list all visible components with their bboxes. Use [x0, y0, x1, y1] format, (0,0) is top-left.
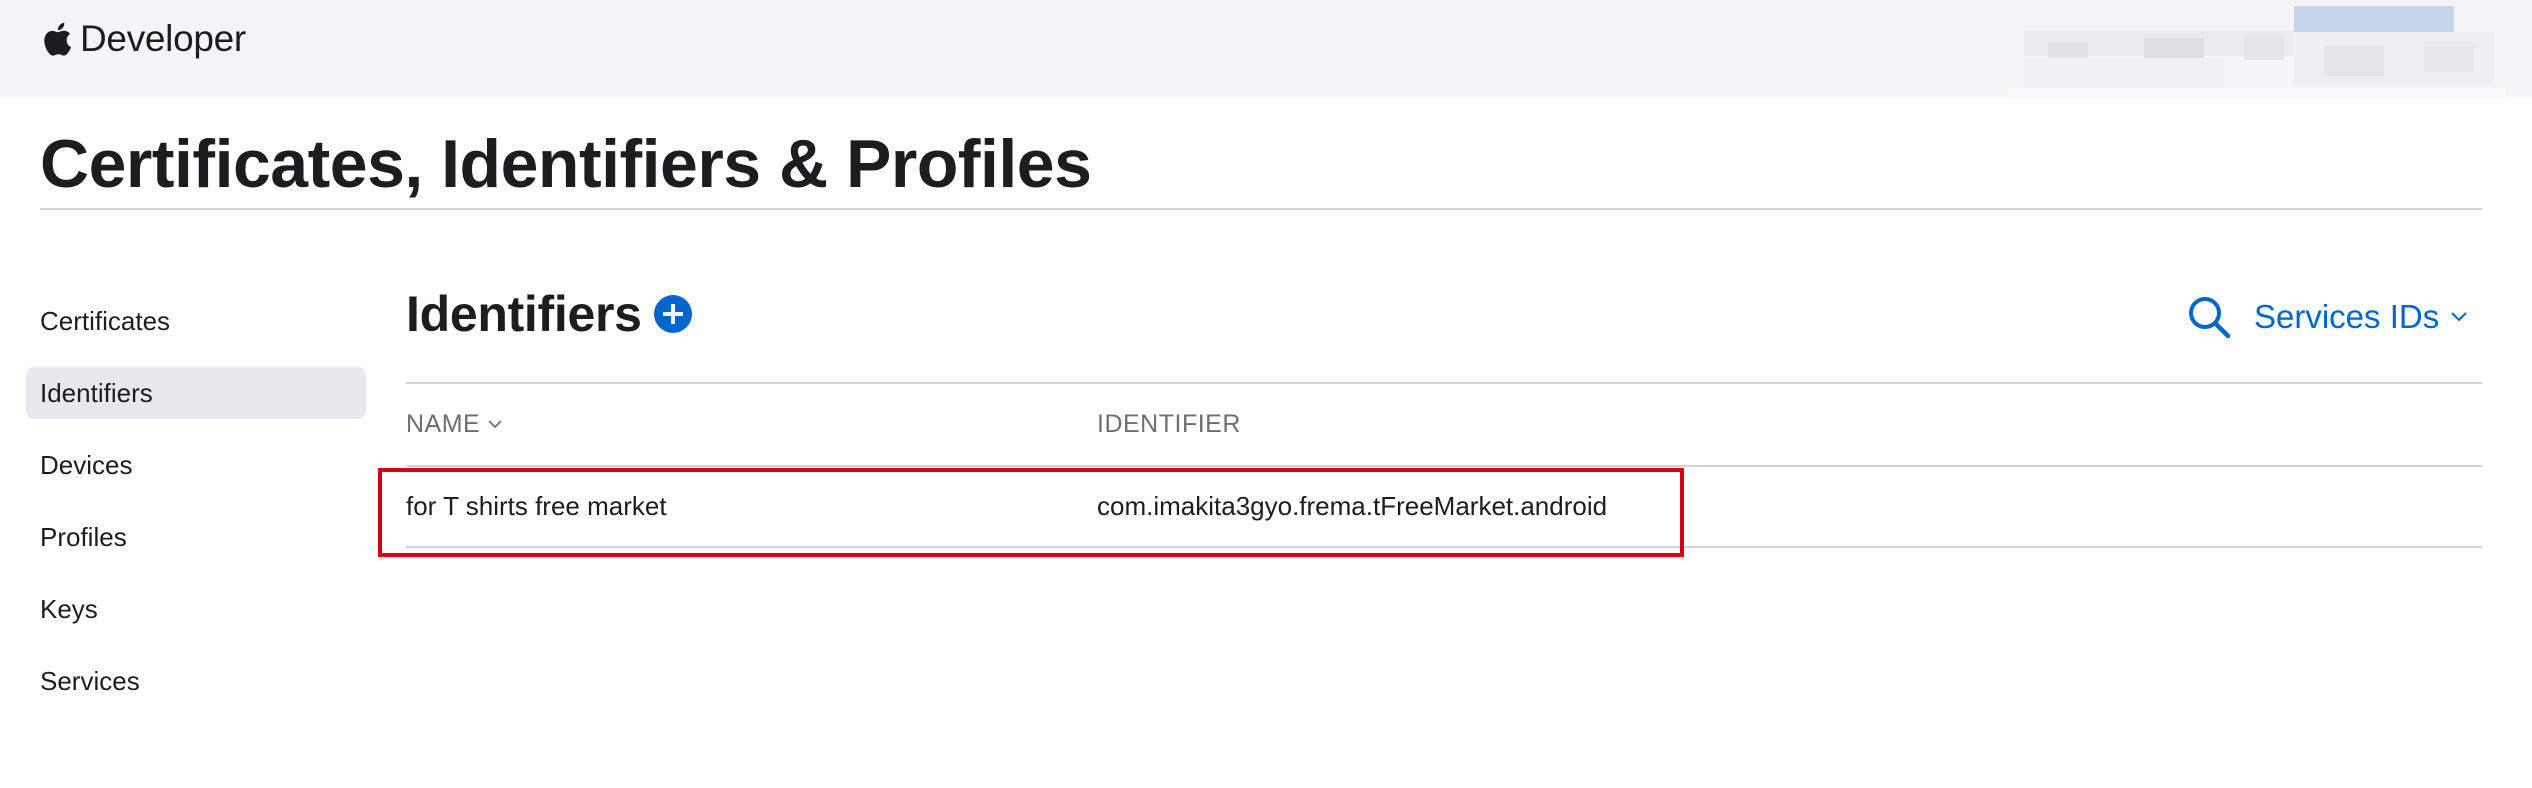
- search-icon[interactable]: [2186, 294, 2232, 340]
- page-title: Certificates, Identifiers & Profiles: [40, 126, 1092, 202]
- sidebar-item-devices[interactable]: Devices: [26, 439, 366, 491]
- column-header-name-label: NAME: [406, 410, 481, 438]
- sidebar-item-keys[interactable]: Keys: [26, 583, 366, 635]
- sort-chevron-icon: [488, 420, 502, 429]
- sidebar-item-certificates[interactable]: Certificates: [26, 295, 366, 347]
- sidebar-nav: Certificates Identifiers Devices Profile…: [26, 295, 366, 727]
- sidebar-item-profiles[interactable]: Profiles: [26, 511, 366, 563]
- identifier-type-filter[interactable]: Services IDs: [2254, 294, 2467, 340]
- account-area-blurred[interactable]: [2008, 2, 2506, 99]
- section-header: Identifiers: [406, 285, 692, 343]
- section-title: Identifiers: [406, 286, 642, 342]
- brand-label: Developer: [80, 18, 246, 59]
- header-divider: [406, 382, 2482, 384]
- sidebar-item-identifiers[interactable]: Identifiers: [26, 367, 366, 419]
- title-divider: [40, 208, 2482, 210]
- developer-home-link[interactable]: Developer: [40, 18, 246, 60]
- highlight-annotation-box: [378, 468, 1684, 557]
- add-identifier-button[interactable]: [653, 295, 692, 333]
- sidebar-item-services[interactable]: Services: [26, 655, 366, 707]
- column-header-identifier: IDENTIFIER: [1097, 410, 1241, 439]
- table-header-divider: [406, 465, 2482, 467]
- global-header: Developer: [0, 0, 2532, 99]
- column-header-identifier-label: IDENTIFIER: [1097, 410, 1241, 438]
- apple-logo-icon: [44, 22, 72, 56]
- chevron-down-icon: [2451, 312, 2467, 322]
- column-header-name[interactable]: NAME: [406, 410, 502, 439]
- filter-selected-label: Services IDs: [2254, 298, 2440, 335]
